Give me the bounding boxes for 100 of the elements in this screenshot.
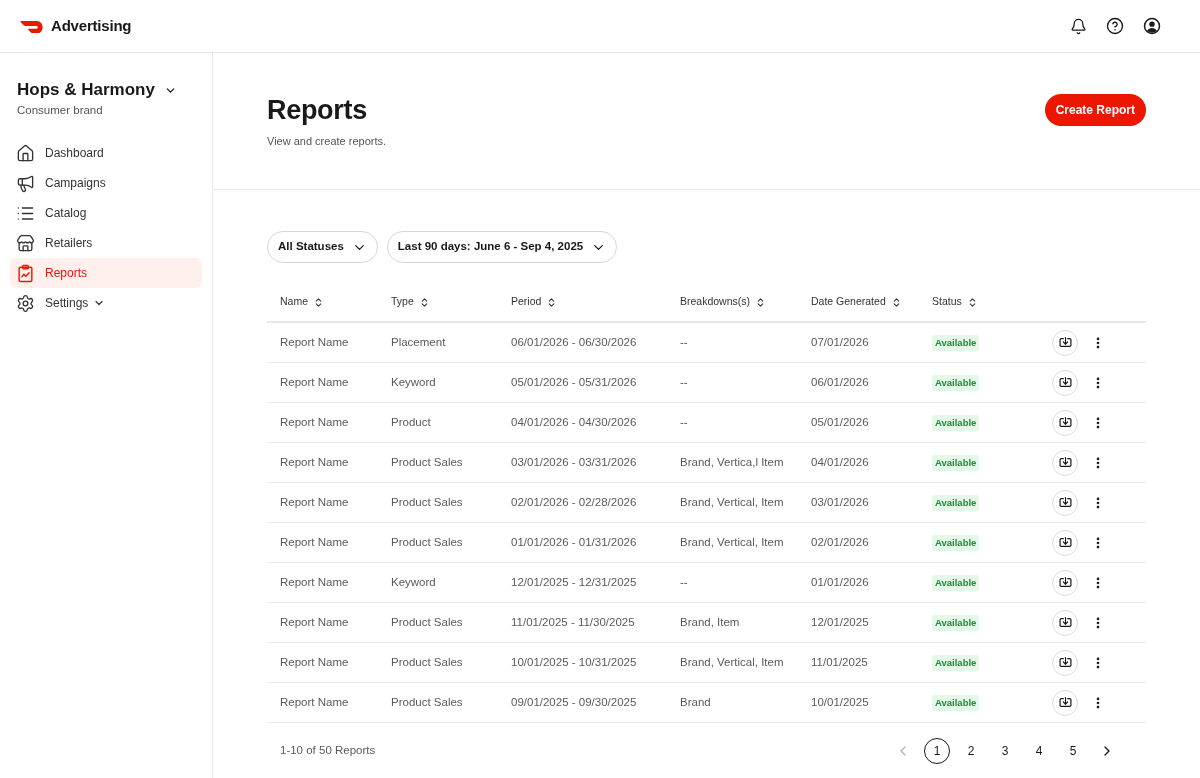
column-sort-button[interactable]: Status xyxy=(932,294,978,310)
column-sort-button[interactable]: Type xyxy=(391,294,430,310)
nav-item[interactable]: Catalog xyxy=(10,198,202,228)
help-icon xyxy=(1106,17,1124,35)
table-cell-text: 01/01/2026 - 01/31/2026 xyxy=(511,534,637,550)
status-badge: Available xyxy=(932,414,980,431)
table-cell-text: Brand, Item xyxy=(680,614,740,630)
table-cell-text: 06/01/2026 xyxy=(811,374,869,390)
table-cell-text: Keyword xyxy=(391,574,436,590)
table-cell-text: Report Name xyxy=(280,574,349,590)
page-button[interactable]: 2 xyxy=(958,737,984,764)
status-badge: Available xyxy=(932,654,980,671)
table-cell-text: 09/01/2025 - 09/30/2025 xyxy=(511,694,637,710)
table-cell-text: Report Name xyxy=(280,694,349,710)
account-switcher[interactable]: Hops & Harmony xyxy=(17,79,177,101)
table-cell-text: Report Name xyxy=(280,494,349,510)
table-cell-text: Report Name xyxy=(280,454,349,470)
table-cell-text: 11/01/2025 - 11/30/2025 xyxy=(511,614,635,630)
table-cell-text: Product Sales xyxy=(391,654,463,670)
table-cell-text: 06/01/2026 - 06/30/2026 xyxy=(511,334,637,350)
column-sort-button[interactable]: Name xyxy=(280,294,324,310)
brand-logo xyxy=(20,19,43,33)
table-cell-text: -- xyxy=(680,334,688,350)
sort-icon xyxy=(313,296,324,308)
status-badge: Available xyxy=(932,494,980,511)
table-cell-text: 12/01/2025 - 12/31/2025 xyxy=(511,574,637,590)
column-sort-button[interactable]: Breakdowns(s) xyxy=(680,294,767,310)
status-badge: Available xyxy=(932,534,980,551)
clipboard-chart-icon xyxy=(16,263,35,283)
table-cell-text: 04/01/2026 - 04/30/2026 xyxy=(511,414,637,430)
table-cell-text: Report Name xyxy=(280,374,349,390)
create-report-button[interactable]: Create Report xyxy=(1044,94,1146,126)
table-cell-text: Product Sales xyxy=(391,534,463,550)
table-cell-text: -- xyxy=(680,374,688,390)
settings-icon xyxy=(16,293,35,313)
house-icon xyxy=(16,143,35,163)
download-icon xyxy=(1058,536,1072,549)
column-sort-button[interactable]: Date Generated xyxy=(811,294,902,310)
download-icon xyxy=(1058,696,1072,709)
download-icon xyxy=(1058,496,1072,509)
nav-item[interactable]: Retailers xyxy=(10,228,202,258)
table-cell-text: Product Sales xyxy=(391,614,463,630)
page-button[interactable]: 4 xyxy=(1026,737,1052,764)
status-badge: Available xyxy=(932,334,980,351)
table-cell-text: Brand xyxy=(680,694,711,710)
account-button[interactable] xyxy=(1142,16,1162,36)
nav-item[interactable]: Dashboard xyxy=(10,138,202,168)
table-cell-text: Report Name xyxy=(280,534,349,550)
table-cell-text: Product Sales xyxy=(391,454,463,470)
table-cell-text: 02/01/2026 xyxy=(811,534,869,550)
status-badge: Available xyxy=(932,614,980,631)
help-button[interactable] xyxy=(1105,16,1125,36)
page-button[interactable]: 3 xyxy=(992,737,1018,764)
status-badge: Available xyxy=(932,574,980,591)
table-cell-text: Placement xyxy=(391,334,446,350)
page-button[interactable]: 5 xyxy=(1060,737,1086,764)
table-cell-text: Product Sales xyxy=(391,694,463,710)
download-icon xyxy=(1058,456,1072,469)
table-cell-text: Report Name xyxy=(280,334,349,350)
table-cell-text: Product Sales xyxy=(391,494,463,510)
nav-item[interactable]: Reports xyxy=(10,258,202,288)
table-cell-text: Brand, Vertica,l Item xyxy=(680,454,784,470)
table-cell-text: 05/01/2026 - 05/31/2026 xyxy=(511,374,637,390)
table-cell-text: Report Name xyxy=(280,654,349,670)
table-cell-text: Brand, Vertical, Item xyxy=(680,494,784,510)
table-cell-text: 11/01/2025 xyxy=(811,654,868,670)
table-cell-text: 03/01/2026 - 03/31/2026 xyxy=(511,454,637,470)
table-cell-text: Brand, Vertical, Item xyxy=(680,534,784,550)
app-title: Advertising xyxy=(51,15,132,36)
page-subtitle: View and create reports. xyxy=(267,134,387,148)
table-cell-text: Brand, Vertical, Item xyxy=(680,654,784,670)
table-cell-text: Keyword xyxy=(391,374,436,390)
column-sort-button[interactable]: Period xyxy=(511,294,558,310)
download-icon xyxy=(1058,616,1072,629)
nav-item[interactable]: Campaigns xyxy=(10,168,202,198)
results-summary: 1-10 of 50 Reports xyxy=(280,742,376,758)
nav-item[interactable]: Settings xyxy=(10,288,202,318)
table-cell-text: -- xyxy=(680,414,688,430)
user-avatar-icon xyxy=(1143,17,1161,35)
account-type: Consumer brand xyxy=(17,103,104,117)
storefront-icon xyxy=(16,233,35,253)
table-cell-text: 03/01/2026 xyxy=(811,494,869,510)
table-cell-text: 02/01/2026 - 02/28/2026 xyxy=(511,494,637,510)
table-cell-text: -- xyxy=(680,574,688,590)
page-title: Reports xyxy=(267,94,368,126)
table-cell-text: 12/01/2025 xyxy=(811,614,869,630)
download-icon xyxy=(1058,376,1072,389)
table-cell-text: 10/01/2025 xyxy=(811,694,869,710)
download-icon xyxy=(1058,416,1072,429)
table-cell-text: 10/01/2025 - 10/31/2025 xyxy=(511,654,637,670)
status-badge: Available xyxy=(932,374,980,391)
table-cell-text: 05/01/2026 xyxy=(811,414,869,430)
download-icon xyxy=(1058,336,1072,349)
status-badge: Available xyxy=(932,454,980,471)
status-badge: Available xyxy=(932,694,980,711)
table-cell-text: 07/01/2026 xyxy=(811,334,869,350)
table-cell-text: 01/01/2026 xyxy=(811,574,869,590)
megaphone-icon xyxy=(16,173,35,193)
bell-icon xyxy=(1069,17,1087,35)
table-cell-text: Report Name xyxy=(280,614,349,630)
